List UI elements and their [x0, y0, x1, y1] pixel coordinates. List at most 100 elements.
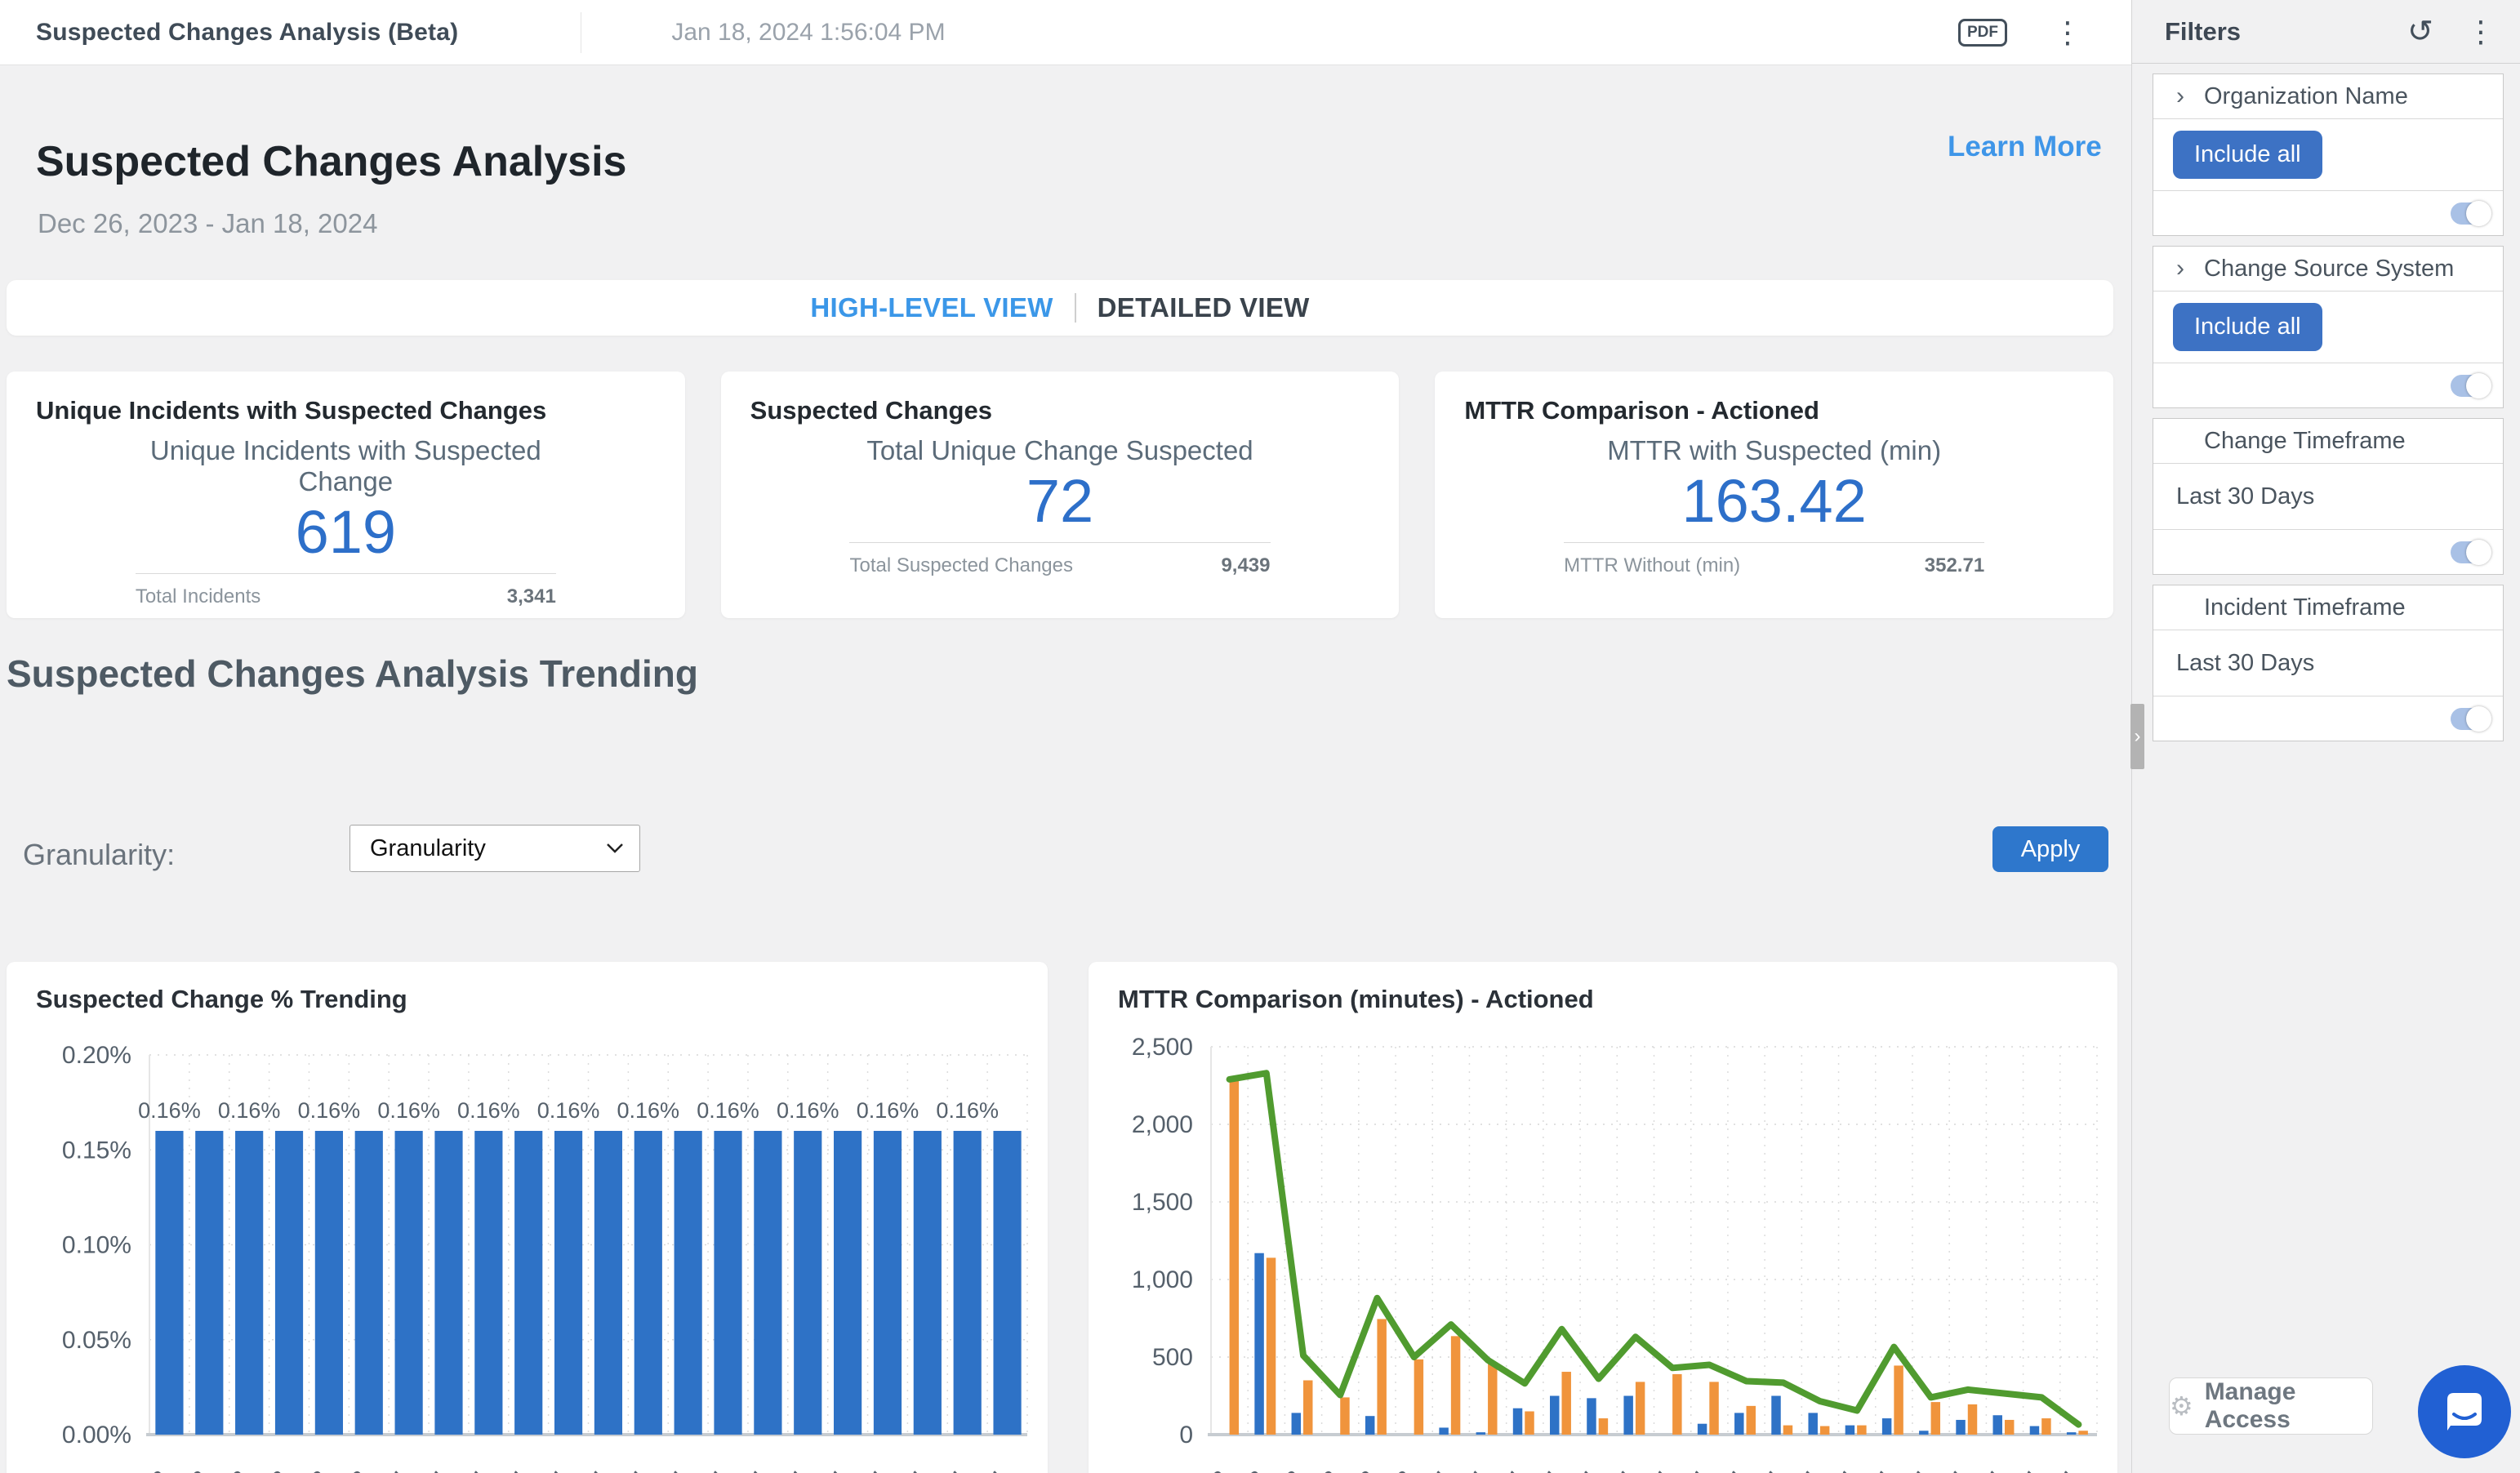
x-axis-tick: 12/31/23 — [1339, 1466, 1418, 1473]
more-options-icon[interactable]: ⋮ — [2053, 18, 2082, 47]
y-axis-tick: 1,500 — [1132, 1189, 1193, 1216]
bar-bar-blue — [1476, 1432, 1485, 1435]
bar-bar-orange — [1340, 1397, 1349, 1435]
tab-high-level-view[interactable]: HIGH-LEVEL VIEW — [810, 292, 1053, 323]
toggle-knob — [2466, 540, 2491, 565]
chat-bubble-icon — [2441, 1388, 2488, 1435]
filter-toggle[interactable] — [2451, 708, 2490, 730]
kpi-metric-label: Total Unique Change Suspected — [849, 435, 1270, 466]
bar-bar-orange — [1561, 1372, 1570, 1435]
granularity-select[interactable]: Granularity — [350, 825, 640, 872]
kpi-card-mttr-comparison: MTTR Comparison - Actioned MTTR with Sus… — [1435, 372, 2113, 618]
chart-card-suspected-change-trending: Suspected Change % Trending 0.00%0.05%0.… — [7, 962, 1048, 1473]
bar-bar-orange — [1377, 1319, 1386, 1435]
bar-bar-blue — [1550, 1396, 1559, 1435]
filters-panel: Filters ↺ ⋮ › Organization Name Include … — [2131, 0, 2520, 1473]
bar — [554, 1131, 582, 1435]
filters-title: Filters — [2165, 17, 2241, 47]
learn-more-link[interactable]: Learn More — [1948, 131, 2102, 163]
kpi-footer-label: Total Incidents — [136, 585, 260, 608]
bar-bar-orange — [1636, 1382, 1645, 1435]
bar — [514, 1131, 542, 1435]
bar-bar-blue — [2030, 1426, 2039, 1435]
bar — [355, 1131, 383, 1435]
kpi-divider — [1564, 542, 1984, 543]
report-timestamp: Jan 18, 2024 1:56:04 PM — [671, 19, 945, 47]
kpi-card-title: MTTR Comparison - Actioned — [1464, 396, 2084, 425]
include-all-button[interactable]: Include all — [2173, 303, 2322, 351]
tab-detailed-view[interactable]: DETAILED VIEW — [1097, 292, 1310, 323]
filter-header-organization-name[interactable]: › Organization Name — [2153, 74, 2503, 119]
chevron-right-icon[interactable]: › — [2176, 255, 2201, 283]
kpi-card-row: Unique Incidents with Suspected Changes … — [7, 372, 2113, 618]
bar-bar-orange — [1303, 1381, 1312, 1435]
export-pdf-button[interactable]: PDF — [1958, 19, 2007, 47]
bar-bar-orange — [1783, 1426, 1792, 1435]
gear-icon: ⚙ — [2170, 1393, 2193, 1419]
chart-canvas: 0.00%0.05%0.10%0.15%0.20%0.16%0.16%0.16%… — [7, 1014, 1048, 1473]
apply-button[interactable]: Apply — [1992, 826, 2108, 872]
panel-collapse-handle[interactable]: › — [2130, 704, 2144, 769]
y-axis-tick: 500 — [1152, 1344, 1193, 1371]
bar-data-label: 0.16% — [457, 1098, 520, 1123]
chat-launcher-button[interactable] — [2418, 1365, 2511, 1458]
bar-bar-blue — [1623, 1396, 1632, 1435]
bar-bar-blue — [1254, 1253, 1263, 1435]
y-axis-tick: 1,000 — [1132, 1266, 1193, 1293]
filter-value[interactable]: Last 30 Days — [2176, 650, 2314, 677]
bar-bar-blue — [1993, 1415, 2002, 1435]
kpi-footer-value: 352.71 — [1925, 554, 1984, 577]
toggle-knob — [2466, 373, 2491, 398]
bar — [874, 1131, 902, 1435]
bar-bar-orange — [1747, 1406, 1756, 1435]
bar — [675, 1131, 702, 1435]
bar-bar-blue — [1919, 1431, 1928, 1435]
x-axis-tick: 12/28/23 — [175, 1466, 253, 1473]
granularity-selected-value: Granularity — [370, 835, 486, 862]
bar-bar-blue — [1808, 1413, 1817, 1435]
filter-header-change-timeframe[interactable]: › Change Timeframe — [2153, 419, 2503, 464]
kpi-footer-label: Total Suspected Changes — [849, 554, 1073, 577]
filters-more-options-icon[interactable]: ⋮ — [2466, 17, 2496, 47]
x-axis-tick: 12/29/23 — [215, 1466, 293, 1473]
bar-bar-blue — [1845, 1426, 1854, 1435]
bar — [195, 1131, 223, 1435]
reset-filters-icon[interactable]: ↺ — [2407, 16, 2433, 47]
kpi-footer-value: 9,439 — [1221, 554, 1270, 577]
filter-toggle[interactable] — [2451, 541, 2490, 563]
bar — [275, 1131, 303, 1435]
bar — [634, 1131, 662, 1435]
kpi-card-suspected-changes: Suspected Changes Total Unique Change Su… — [721, 372, 1400, 618]
bar-bar-blue — [1439, 1427, 1448, 1435]
x-axis-tick: 12/29/23 — [1266, 1466, 1344, 1473]
bar-bar-orange — [1599, 1418, 1608, 1435]
kpi-card-unique-incidents: Unique Incidents with Suspected Changes … — [7, 372, 685, 618]
bar — [434, 1131, 462, 1435]
chart-canvas: 05001,0001,5002,0002,50012/26/2312/27/23… — [1089, 1014, 2117, 1473]
y-axis-tick: 0 — [1179, 1422, 1193, 1449]
filter-header-incident-timeframe[interactable]: › Incident Timeframe — [2153, 585, 2503, 630]
bar — [993, 1131, 1021, 1435]
filter-header-change-source-system[interactable]: › Change Source System — [2153, 247, 2503, 291]
manage-access-label: Manage Access — [2205, 1378, 2372, 1434]
filter-title: Change Source System — [2204, 256, 2454, 283]
y-axis-tick: 0.15% — [62, 1137, 131, 1164]
bar-data-label: 0.16% — [377, 1098, 440, 1123]
bar-bar-blue — [1587, 1398, 1596, 1435]
mttr-comparison-chart: 05001,0001,5002,0002,50012/26/2312/27/23… — [1089, 1014, 2117, 1473]
chart-title: MTTR Comparison (minutes) - Actioned — [1089, 962, 2117, 1014]
filter-title: Change Timeframe — [2204, 428, 2406, 455]
filter-toggle[interactable] — [2451, 202, 2490, 225]
include-all-button[interactable]: Include all — [2173, 131, 2322, 179]
kpi-card-title: Unique Incidents with Suspected Changes — [36, 396, 656, 425]
manage-access-button[interactable]: ⚙ Manage Access — [2169, 1377, 2373, 1435]
bar — [794, 1131, 821, 1435]
app-title: Suspected Changes Analysis (Beta) — [36, 19, 458, 47]
filter-value[interactable]: Last 30 Days — [2176, 483, 2314, 510]
bar-bar-blue — [1292, 1413, 1301, 1435]
filter-toggle[interactable] — [2451, 375, 2490, 397]
bar-bar-orange — [1968, 1404, 1977, 1435]
trend-line-line-green — [1230, 1073, 2079, 1424]
kpi-metric-value: 163.42 — [1564, 466, 1984, 536]
chevron-right-icon[interactable]: › — [2176, 82, 2201, 110]
